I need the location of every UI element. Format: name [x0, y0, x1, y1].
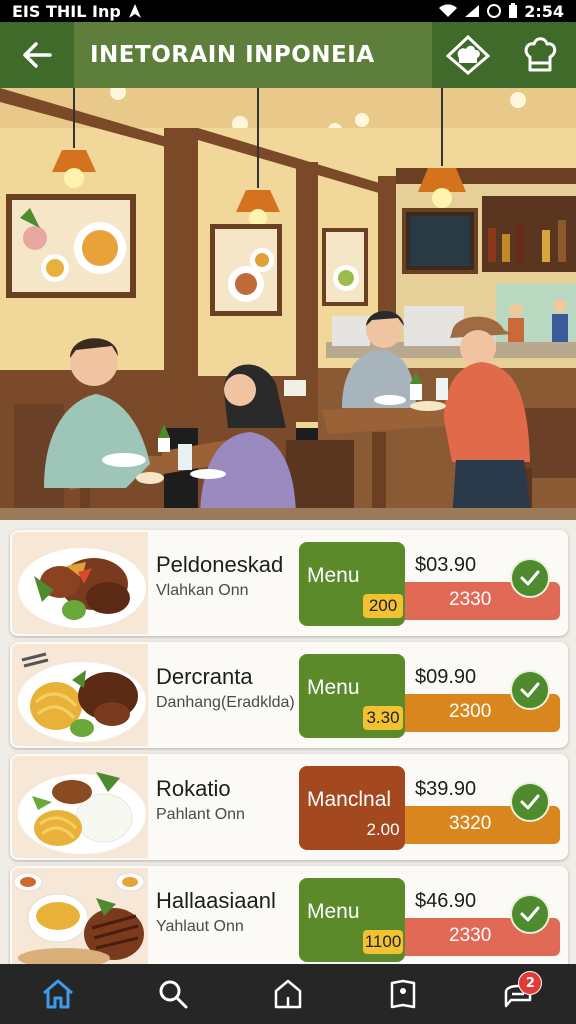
app-title-container: INETORAIN INPONEIA: [74, 22, 432, 88]
nav-book[interactable]: [373, 969, 433, 1019]
menu-card[interactable]: Peldoneskad Vlahkan Onn Menu 200 $03.90 …: [10, 530, 568, 636]
dish-thumbnail: [12, 532, 148, 634]
menu-button[interactable]: Menu 1100: [299, 878, 405, 962]
dish-name: Peldoneskad: [156, 552, 284, 577]
chef-button[interactable]: [504, 22, 576, 88]
menu-card[interactable]: Hallaasiaanl Yahlaut Onn Menu 1100 $46.9…: [10, 866, 568, 964]
nav-search[interactable]: [143, 969, 203, 1019]
dish-subtitle: Danhang(Eradklda): [156, 694, 295, 711]
price-bar-value: 3320: [449, 813, 492, 834]
chef-hat-icon: [524, 37, 557, 72]
menu-button[interactable]: Menu 3.30: [299, 654, 405, 738]
dish-price: $39.90: [415, 778, 477, 800]
add-to-order-button[interactable]: [510, 558, 550, 598]
dish-price: $03.90: [415, 554, 477, 576]
navigation-icon: [128, 4, 141, 18]
dish-image: [13, 872, 145, 964]
bottom-navigation: 2: [0, 964, 576, 1024]
dish-image: [18, 548, 146, 628]
status-time: 2:54: [524, 1, 564, 21]
back-button[interactable]: [0, 22, 74, 88]
price-bar-value: 2330: [449, 925, 492, 946]
quantity-badge: 3.30: [363, 706, 403, 730]
search-icon: [159, 980, 188, 1009]
chef-hat-badge-icon: [445, 34, 491, 75]
menu-card[interactable]: Rokatio Pahlant Onn Manclnal 2.00 $39.90…: [10, 754, 568, 860]
app-bar: INETORAIN INPONEIA: [0, 22, 576, 88]
nav-chat[interactable]: 2: [488, 969, 548, 1019]
dish-subtitle: Pahlant Onn: [156, 806, 245, 823]
nav-home[interactable]: [28, 969, 88, 1019]
price-bar-value: 2330: [449, 589, 492, 610]
menu-card[interactable]: Dercranta Danhang(Eradklda) Menu 3.30 $0…: [10, 642, 568, 748]
dish-name: Hallaasiaanl: [156, 888, 276, 913]
dish-image: [18, 772, 146, 854]
checkmark-icon: [520, 570, 540, 586]
quantity-badge: 1100: [363, 930, 403, 954]
menu-list: Peldoneskad Vlahkan Onn Menu 200 $03.90 …: [0, 520, 576, 964]
add-to-order-button[interactable]: [510, 782, 550, 822]
dish-subtitle: Yahlaut Onn: [156, 918, 244, 935]
status-bar: EIS THIL Inp 2:54: [0, 0, 576, 22]
restaurant-illustration: [0, 88, 576, 520]
menu-button[interactable]: Menu 200: [299, 542, 405, 626]
quantity-badge: 2.00: [366, 820, 400, 839]
menu-button-label: Menu: [307, 564, 360, 587]
arrow-left-icon: [23, 42, 52, 68]
home-icon: [42, 979, 73, 1009]
menu-button-label: Menu: [307, 900, 360, 923]
dish-price: $09.90: [415, 666, 477, 688]
status-left-text: EIS THIL Inp: [12, 1, 121, 21]
wifi-icon: [439, 4, 458, 18]
dish-subtitle: Vlahkan Onn: [156, 582, 249, 599]
dish-thumbnail: [12, 756, 148, 858]
checkmark-icon: [520, 682, 540, 698]
sync-icon: [487, 4, 502, 18]
dish-name: Dercranta: [156, 664, 253, 689]
price-bar-value: 2300: [449, 701, 492, 722]
checkmark-icon: [520, 794, 540, 810]
status-left: EIS THIL Inp: [12, 2, 143, 21]
book-icon: [390, 979, 416, 1009]
add-to-order-button[interactable]: [510, 670, 550, 710]
restaurant-scene-image: [0, 88, 576, 520]
dish-thumbnail: [12, 644, 148, 746]
nav-house[interactable]: [258, 969, 318, 1019]
battery-icon: [509, 3, 518, 18]
menu-button[interactable]: Manclnal 2.00: [299, 766, 405, 850]
add-to-order-button[interactable]: [510, 894, 550, 934]
dish-image: [18, 652, 146, 742]
notification-badge: 2: [518, 971, 543, 995]
menu-button-label: Manclnal: [307, 788, 392, 811]
app-title: INETORAIN INPONEIA: [90, 42, 375, 68]
status-right: 2:54: [438, 2, 564, 21]
quantity-badge: 200: [363, 594, 403, 618]
signal-icon: [465, 5, 480, 17]
dish-price: $46.90: [415, 890, 477, 912]
dish-name: Rokatio: [156, 776, 231, 801]
chef-badge-button[interactable]: [432, 22, 504, 88]
checkmark-icon: [520, 906, 540, 922]
menu-button-label: Menu: [307, 676, 360, 699]
dish-thumbnail: [12, 868, 148, 964]
house-icon: [274, 979, 302, 1009]
